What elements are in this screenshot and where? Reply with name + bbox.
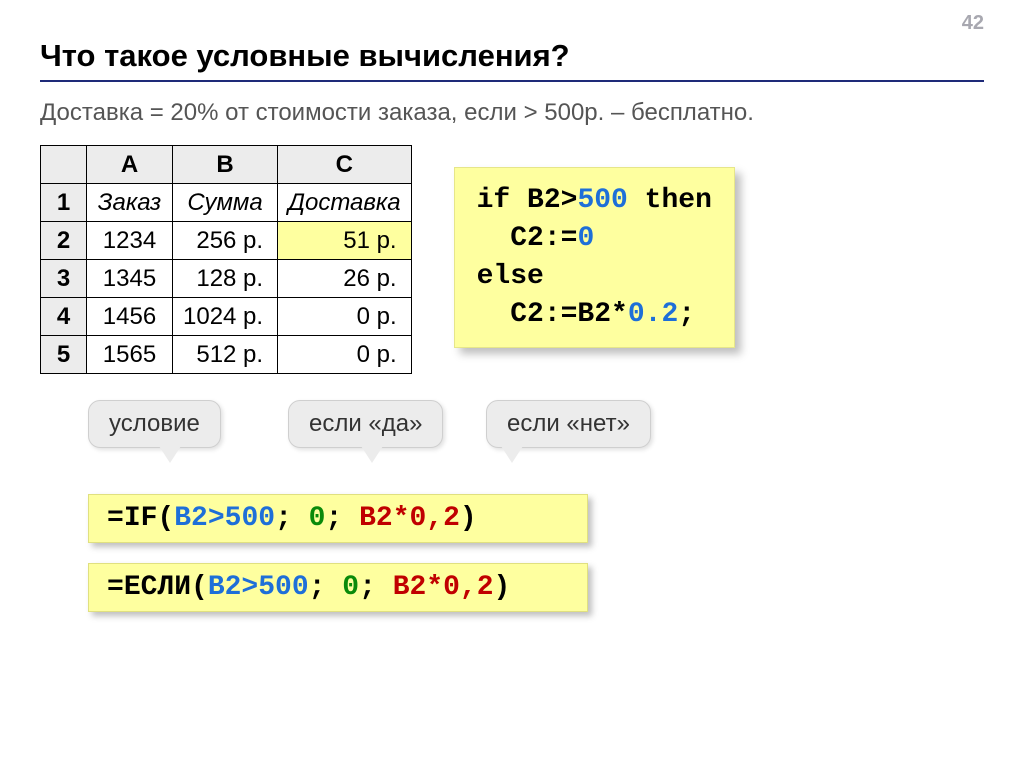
row-1-head: 1: [41, 184, 87, 222]
cell: 0 р.: [278, 336, 412, 374]
row-head: 4: [41, 298, 87, 336]
row-head: 2: [41, 222, 87, 260]
callout-row: условие если «да» если «нет»: [88, 400, 984, 494]
spreadsheet-table: A B C 1 Заказ Сумма Доставка 2 1234 256 …: [40, 145, 412, 374]
header-b: Сумма: [173, 184, 278, 222]
cell: 1565: [87, 336, 173, 374]
cell: 1024 р.: [173, 298, 278, 336]
col-a: A: [87, 146, 173, 184]
corner-cell: [41, 146, 87, 184]
callout-condition: условие: [88, 400, 221, 448]
callout-if-no: если «нет»: [486, 400, 651, 448]
col-c: C: [278, 146, 412, 184]
page-number: 42: [962, 12, 984, 35]
formula-if-english: =IF(B2>500; 0; B2*0,2): [88, 494, 588, 543]
cell-highlighted: 51 р.: [278, 222, 412, 260]
header-a: Заказ: [87, 184, 173, 222]
cell: 1234: [87, 222, 173, 260]
description-text: Доставка = 20% от стоимости заказа, если…: [40, 94, 984, 131]
title-divider: [40, 80, 984, 82]
header-c: Доставка: [278, 184, 412, 222]
col-b: B: [173, 146, 278, 184]
cell: 1456: [87, 298, 173, 336]
cell: 256 р.: [173, 222, 278, 260]
formula-if-russian: =ЕСЛИ(B2>500; 0; B2*0,2): [88, 563, 588, 612]
page-title: Что такое условные вычисления?: [40, 38, 984, 74]
row-head: 3: [41, 260, 87, 298]
cell: 128 р.: [173, 260, 278, 298]
row-head: 5: [41, 336, 87, 374]
callout-if-yes: если «да»: [288, 400, 443, 448]
cell: 26 р.: [278, 260, 412, 298]
pseudocode-box: if B2>500 then C2:=0 else C2:=B2*0.2;: [454, 167, 735, 348]
cell: 1345: [87, 260, 173, 298]
cell: 512 р.: [173, 336, 278, 374]
cell: 0 р.: [278, 298, 412, 336]
